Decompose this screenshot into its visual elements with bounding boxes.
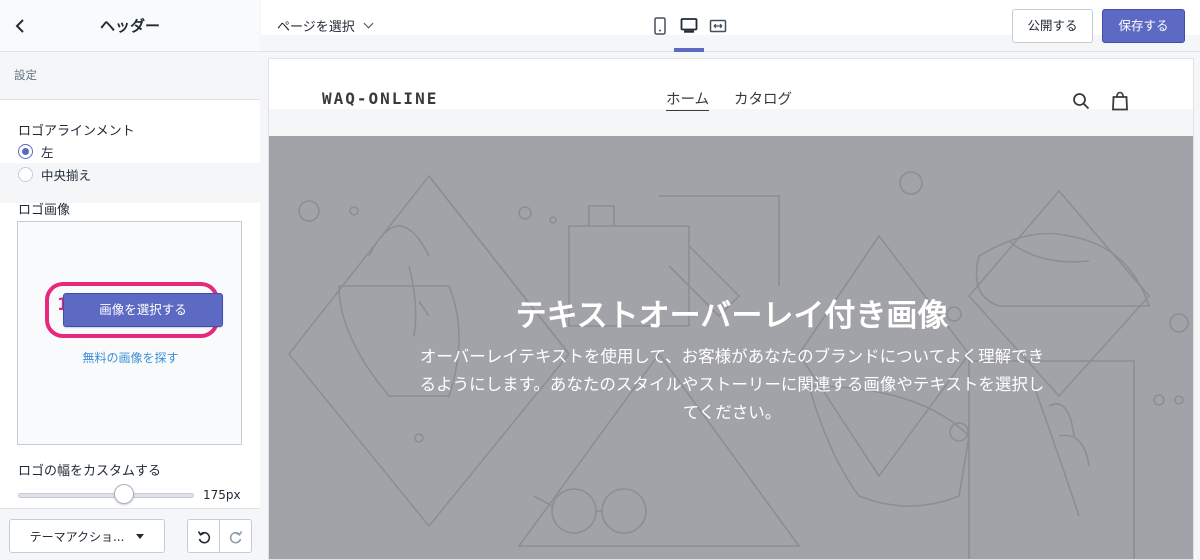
search-icon	[1073, 93, 1090, 110]
mobile-icon	[654, 17, 666, 35]
sidebar-title: ヘッダー	[99, 17, 160, 35]
logo-width-label: ロゴの幅をカスタムする	[18, 464, 162, 479]
publish-button[interactable]: 公開する	[1012, 9, 1093, 43]
cart-button[interactable]	[1109, 90, 1131, 112]
redo-button[interactable]	[220, 520, 251, 552]
settings-panel: ロゴアラインメント 左 中央揃え ロゴ画像 1 画像を選択する 無料の画像を探す…	[0, 100, 260, 510]
sidebar-header: ヘッダー	[0, 0, 260, 52]
logo-width-slider-track[interactable]	[18, 493, 194, 498]
logo-alignment-label: ロゴアラインメント	[18, 124, 135, 139]
hero-image-overlay: テキストオーバーレイ付き画像 オーバーレイテキストを使用して、お客様があなたのブ…	[269, 136, 1193, 559]
desktop-icon	[680, 18, 698, 33]
save-button[interactable]: 保存する	[1102, 9, 1185, 43]
editor-sidebar: ヘッダー 設定 ロゴアラインメント 左 中央揃え ロゴ画像 1 画像を選択する …	[0, 0, 260, 560]
fullscreen-icon	[709, 19, 727, 33]
theme-actions-button[interactable]: テーマアクショ...	[9, 519, 165, 553]
logo-image-dropzone[interactable]: 1 画像を選択する 無料の画像を探す	[17, 221, 242, 445]
chevron-left-icon	[15, 19, 24, 33]
select-image-button[interactable]: 画像を選択する	[63, 293, 223, 327]
redo-icon	[229, 531, 242, 544]
logo-width-slider-thumb[interactable]	[113, 484, 134, 504]
active-device-indicator	[674, 48, 704, 52]
store-header-band	[269, 109, 1193, 136]
nav-link-catalog[interactable]: カタログ	[734, 88, 792, 109]
page-select-dropdown[interactable]: ページを選択	[277, 16, 374, 35]
nav-link-home[interactable]: ホーム	[666, 88, 710, 111]
search-button[interactable]	[1070, 90, 1092, 112]
editor-topbar: ページを選択 公開する 保存する	[261, 0, 1200, 52]
radio-align-center[interactable]: 中央揃え	[18, 165, 91, 184]
store-preview: WAQ-ONLINE ホーム カタログ テキストオーバーレイ付き画像 オーバーレ…	[268, 58, 1194, 560]
undo-redo-group	[187, 519, 252, 553]
sidebar-footer: テーマアクショ...	[0, 508, 260, 560]
hero-description: オーバーレイテキストを使用して、お客様があなたのブランドについてよく理解できるよ…	[419, 347, 1045, 422]
radio-label-center: 中央揃え	[41, 168, 92, 183]
store-logo-text[interactable]: WAQ-ONLINE	[322, 89, 438, 108]
radio-button-checked[interactable]	[18, 144, 33, 159]
undo-button[interactable]	[188, 520, 220, 552]
radio-label-left: 左	[41, 145, 54, 160]
section-label: 設定	[0, 52, 260, 100]
cart-bag-icon	[1112, 91, 1128, 111]
chevron-down-icon	[363, 18, 374, 29]
theme-actions-label: テーマアクショ...	[29, 529, 125, 544]
radio-align-left[interactable]: 左	[18, 142, 54, 161]
page-select-label: ページを選択	[277, 20, 355, 35]
desktop-view-button[interactable]	[677, 14, 701, 38]
radio-button[interactable]	[18, 167, 33, 182]
back-button[interactable]	[8, 14, 32, 38]
hero-title: テキストオーバーレイ付き画像	[515, 298, 949, 334]
free-images-link[interactable]: 無料の画像を探す	[18, 349, 243, 366]
mobile-view-button[interactable]	[648, 14, 672, 38]
fullscreen-view-button[interactable]	[706, 14, 730, 38]
undo-icon	[197, 531, 210, 544]
logo-width-value: 175px	[203, 488, 241, 502]
logo-image-label: ロゴ画像	[18, 203, 71, 218]
caret-down-icon	[136, 533, 145, 539]
